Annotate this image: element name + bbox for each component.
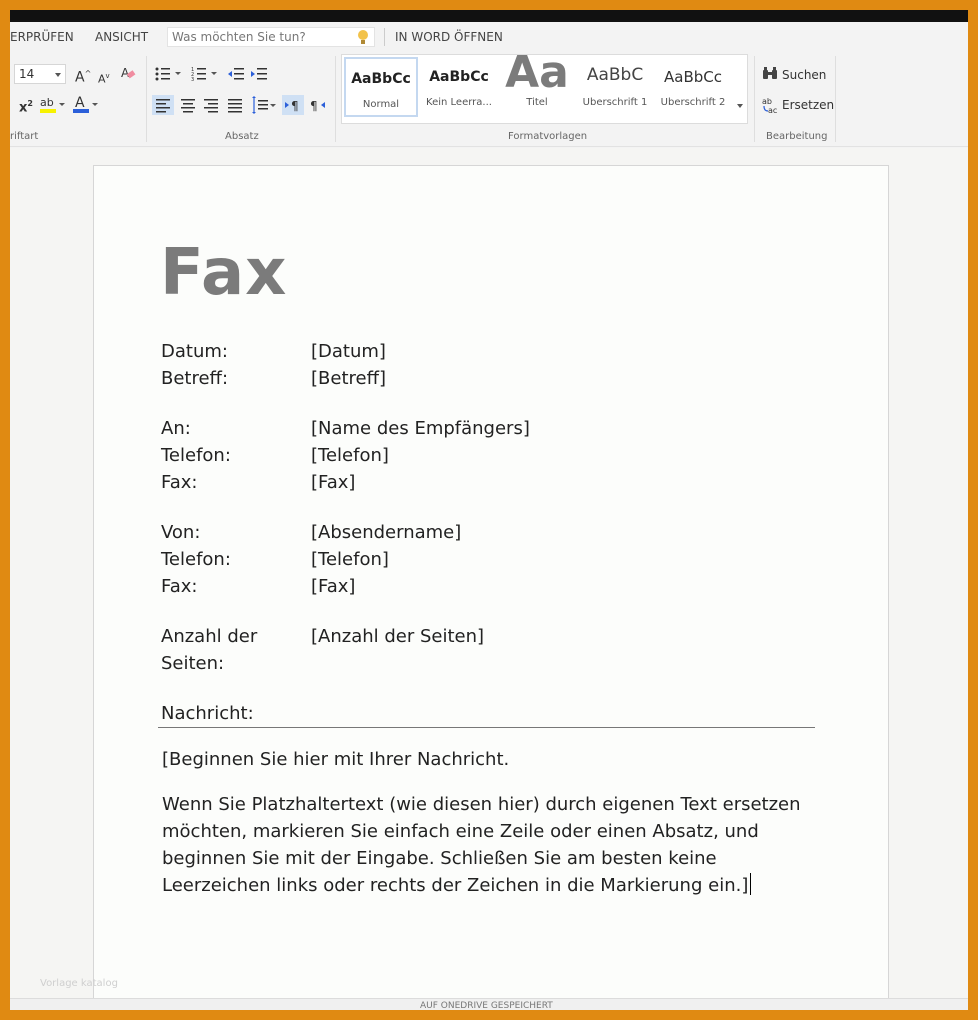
field-value-to-phone[interactable]: [Telefon] (311, 445, 389, 466)
field-label-from: Von: (161, 522, 201, 543)
field-label-to-fax: Fax: (161, 472, 198, 493)
group-divider (335, 56, 336, 142)
field-label-from-fax: Fax: (161, 576, 198, 597)
numbered-list-icon[interactable]: 123 (191, 66, 219, 87)
line-spacing-icon[interactable] (249, 95, 277, 120)
field-value-to-fax[interactable]: [Fax] (311, 472, 355, 493)
tab-divider (384, 28, 385, 46)
increase-indent-icon[interactable] (250, 66, 268, 87)
message-paragraph-1[interactable]: [Beginnen Sie hier mit Ihrer Nachricht. (162, 746, 822, 773)
tell-me-placeholder: Was möchten Sie tun? (172, 30, 306, 44)
message-paragraph-2[interactable]: Wenn Sie Platzhaltertext (wie diesen hie… (162, 791, 822, 899)
decrease-indent-icon[interactable] (227, 66, 245, 87)
document-title: Fax (160, 236, 288, 310)
style-heading-2[interactable]: AaBbCc Überschrift 2 (656, 57, 730, 117)
field-label-to: An: (161, 418, 191, 439)
style-name: Titel (526, 97, 548, 108)
font-size-value: 14 (19, 67, 35, 81)
styles-more-icon[interactable] (737, 104, 743, 108)
tell-me-box[interactable]: Was möchten Sie tun? (167, 27, 375, 47)
tab-view[interactable]: ANSICHT (95, 30, 148, 44)
justify-icon[interactable] (224, 95, 246, 120)
grow-font-icon[interactable]: A^ (75, 66, 91, 86)
group-divider (754, 56, 755, 142)
svg-text:¶: ¶ (310, 99, 318, 113)
field-label-pages-line2: Seiten: (161, 653, 225, 674)
rtl-paragraph-icon[interactable]: ¶ (308, 95, 330, 120)
text-cursor (750, 873, 752, 895)
open-in-word-button[interactable]: IN WORD ÖFFNEN (395, 30, 503, 44)
style-name: Überschrift 1 (582, 97, 648, 108)
ltr-paragraph-icon[interactable]: ¶ (282, 95, 304, 115)
style-sample: AaBbCc (429, 69, 489, 85)
binoculars-icon[interactable] (762, 67, 778, 86)
style-no-spacing[interactable]: AaBbCc Kein Leerra... (422, 57, 496, 117)
style-sample: AaBbC (586, 65, 644, 85)
style-sample: Aa (505, 54, 569, 98)
field-value-from-fax[interactable]: [Fax] (311, 576, 355, 597)
editing-group-label: Bearbeitung (766, 131, 828, 142)
style-name: Kein Leerra... (426, 97, 492, 108)
font-group-label: riftart (10, 131, 39, 142)
svg-text:ab: ab (762, 97, 772, 106)
svg-text:A: A (75, 95, 85, 111)
align-center-icon[interactable] (177, 95, 199, 120)
paragraph-group-label: Absatz (225, 131, 259, 142)
styles-gallery: AaBbCc Normal AaBbCc Kein Leerra... Aa T… (341, 54, 748, 124)
field-label-to-phone: Telefon: (161, 445, 231, 466)
ribbon-tab-row: ERPRÜFEN ANSICHT Was möchten Sie tun? IN… (10, 22, 968, 52)
status-bar: AUF ONEDRIVE GESPEICHERT (10, 998, 968, 1010)
align-left-icon[interactable] (152, 95, 174, 115)
superscript-icon[interactable]: x2 (19, 96, 33, 116)
message-divider (158, 727, 815, 728)
styles-group-label: Formatvorlagen (508, 131, 588, 142)
style-title[interactable]: Aa Titel (500, 54, 574, 117)
field-label-subject: Betreff: (161, 368, 229, 389)
find-button[interactable]: Suchen (782, 68, 826, 82)
align-right-icon[interactable] (200, 95, 222, 120)
field-label-date: Datum: (161, 341, 228, 362)
replace-icon[interactable]: ab ac (762, 96, 780, 119)
tab-review[interactable]: ERPRÜFEN (10, 30, 74, 44)
field-label-from-phone: Telefon: (161, 549, 231, 570)
group-divider (146, 56, 147, 142)
style-name: Überschrift 2 (660, 97, 726, 108)
style-sample: AaBbCc (351, 71, 411, 87)
field-value-to[interactable]: [Name des Empfängers] (311, 418, 530, 439)
field-value-date[interactable]: [Datum] (311, 341, 386, 362)
app-window: ERPRÜFEN ANSICHT Was möchten Sie tun? IN… (10, 10, 968, 1010)
svg-text:3: 3 (191, 77, 194, 82)
style-sample: AaBbCc (664, 68, 722, 86)
chevron-down-icon (55, 73, 61, 77)
bullet-list-icon[interactable] (155, 66, 183, 87)
style-name: Normal (362, 99, 400, 110)
field-value-subject[interactable]: [Betreff] (311, 368, 386, 389)
field-value-from[interactable]: [Absendername] (311, 522, 461, 543)
field-value-from-phone[interactable]: [Telefon] (311, 549, 389, 570)
svg-text:ab: ab (40, 96, 54, 109)
document-page[interactable]: Fax Datum: [Datum] Betreff: [Betreff] An… (93, 165, 889, 1010)
clear-formatting-icon[interactable]: A (120, 65, 136, 86)
message-paragraph-2-text: Wenn Sie Platzhaltertext (wie diesen hie… (162, 794, 801, 896)
shrink-font-icon[interactable]: Av (98, 68, 110, 88)
message-label: Nachricht: (161, 703, 254, 724)
field-label-pages-line1: Anzahl der (161, 626, 258, 647)
title-bar (10, 10, 968, 22)
style-normal[interactable]: AaBbCc Normal (344, 57, 418, 117)
lightbulb-icon (358, 30, 368, 44)
style-heading-1[interactable]: AaBbC Überschrift 1 (578, 57, 652, 117)
highlight-color-icon[interactable]: ab (40, 94, 66, 119)
group-divider (835, 56, 836, 142)
svg-text:¶: ¶ (291, 99, 299, 113)
watermark: Vorlage katalog (40, 978, 118, 989)
font-size-dropdown[interactable]: 14 (14, 64, 66, 84)
ribbon: 14 A^ Av A x2 ab A riftart 123 ¶ ¶ Absat… (10, 52, 968, 147)
replace-button[interactable]: Ersetzen (782, 98, 834, 112)
svg-text:ac: ac (768, 106, 777, 114)
save-status: AUF ONEDRIVE GESPEICHERT (420, 1001, 553, 1010)
field-value-pages[interactable]: [Anzahl der Seiten] (311, 626, 484, 647)
font-color-icon[interactable]: A (73, 94, 99, 119)
document-canvas: Fax Datum: [Datum] Betreff: [Betreff] An… (10, 148, 968, 1010)
